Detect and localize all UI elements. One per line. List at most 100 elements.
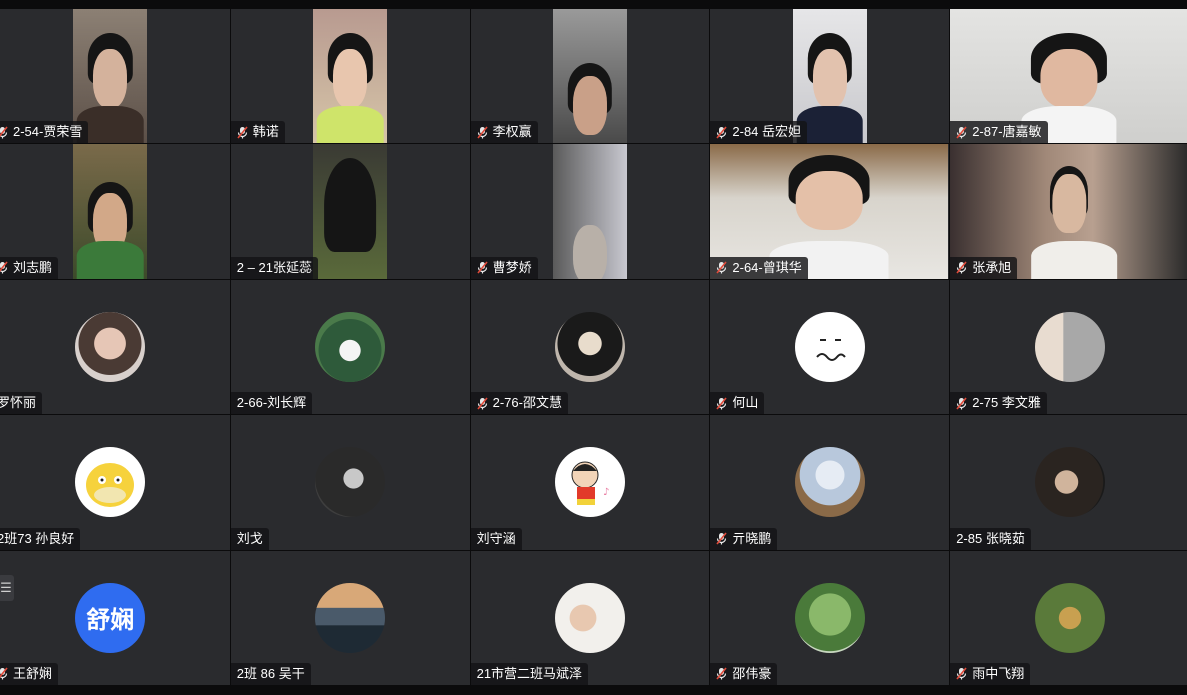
participant-tile[interactable]: 刘志鹏 — [0, 144, 230, 279]
mic-muted-icon — [476, 397, 488, 410]
participant-label: 2 – 21张延蕊 — [230, 256, 318, 279]
participant-name: 亓晓鹏 — [732, 530, 772, 546]
participant-label: 韩诺 — [230, 121, 285, 144]
participant-label: 2-66-刘长辉 — [230, 392, 313, 415]
participant-name: 2-87-唐嘉敏 — [972, 124, 1042, 140]
participant-tile[interactable]: 雨中飞翔 — [950, 550, 1187, 685]
participant-label: 李权赢 — [470, 121, 538, 144]
participant-tile[interactable]: ☰ 舒娴 王舒娴 — [0, 550, 230, 685]
participant-tile[interactable]: 邵伟豪 — [710, 550, 950, 685]
participant-tile[interactable]: 张承旭 — [950, 144, 1187, 279]
participant-name: 2班 86 吴干 — [236, 665, 305, 681]
participant-label: 刘戈 — [230, 527, 269, 550]
participant-label: 邵伟豪 — [710, 662, 778, 685]
participant-tile[interactable]: 2-84 岳宏妲 — [710, 9, 950, 144]
participant-label: 何山 — [710, 392, 765, 415]
avatar: 舒娴 — [75, 582, 146, 653]
face-doodle-icon — [816, 338, 846, 361]
participant-name: 2-66-刘长辉 — [236, 395, 307, 411]
participant-tile[interactable]: 2-85 张晓茹 — [950, 415, 1187, 550]
participant-label: 刘志鹏 — [0, 256, 59, 279]
participant-label: 雨中飞翔 — [950, 662, 1031, 685]
participant-name: 2-85 张晓茹 — [956, 530, 1025, 546]
participant-label: 亓晓鹏 — [710, 527, 778, 550]
participant-label: 2-64-曾琪华 — [710, 256, 808, 279]
participant-tile[interactable]: 2-64-曾琪华 — [710, 144, 950, 279]
avatar — [1034, 582, 1105, 653]
mic-muted-icon — [237, 126, 248, 139]
participant-tile[interactable]: 刘戈 — [230, 415, 470, 550]
participant-label: 2-84 岳宏妲 — [710, 121, 808, 144]
participant-label: 2-85 张晓茹 — [950, 527, 1031, 550]
participant-menu-button[interactable]: ☰ — [0, 574, 14, 601]
participant-name: 2-76-邵文慧 — [492, 395, 562, 411]
participant-label: 2-54-贾荣雪 — [0, 121, 89, 144]
mic-muted-icon — [716, 667, 728, 680]
participant-tile[interactable]: 2班 86 吴干 — [230, 550, 470, 685]
participant-name: 刘守涵 — [476, 530, 516, 546]
participant-name: 邵伟豪 — [732, 665, 772, 681]
participant-name: 2班73 孙良好 — [0, 530, 75, 546]
mic-muted-icon — [0, 667, 8, 680]
participant-tile[interactable]: 李权赢 — [470, 9, 710, 144]
participant-tile[interactable]: 2 – 21张延蕊 — [230, 144, 470, 279]
mic-muted-icon — [716, 397, 728, 410]
participant-tile[interactable]: 亓晓鹏 — [710, 415, 950, 550]
participant-tile[interactable]: 21市营二班马斌泽 — [470, 550, 710, 685]
participant-tile[interactable]: 2-87-唐嘉敏 — [950, 9, 1187, 144]
svg-text:♪: ♪ — [603, 487, 609, 498]
mic-muted-icon — [0, 126, 8, 139]
mic-muted-icon — [476, 126, 488, 139]
participant-name: 何山 — [732, 395, 759, 411]
avatar — [315, 311, 386, 382]
participant-label: 2班73 孙良好 — [0, 527, 81, 550]
participant-tile[interactable]: 韩诺 — [230, 9, 470, 144]
video-grid: 2-54-贾荣雪 韩诺 李权赢 2-84 岳宏妲 2-87-唐嘉敏 刘志鹏 2 … — [0, 9, 1187, 685]
participant-label: 2-76-邵文慧 — [470, 392, 568, 415]
avatar — [1034, 311, 1105, 382]
participant-tile[interactable]: 2-54-贾荣雪 — [0, 9, 230, 144]
participant-name: 2 – 21张延蕊 — [236, 259, 312, 275]
mic-muted-icon — [476, 261, 488, 274]
avatar — [794, 311, 865, 382]
participant-name: 2-54-贾荣雪 — [13, 124, 83, 140]
participant-label: 21市营二班马斌泽 — [470, 662, 589, 685]
avatar — [315, 447, 386, 518]
mic-muted-icon — [0, 261, 8, 274]
participant-label: 曹梦娇 — [470, 256, 538, 279]
participant-video — [552, 9, 627, 144]
avatar — [75, 447, 146, 518]
participant-label: 罗怀丽 — [0, 392, 43, 415]
top-edge — [0, 0, 1187, 9]
avatar-initials: 舒娴 — [86, 607, 135, 635]
bottom-edge — [0, 685, 1187, 695]
participant-name: 李权赢 — [492, 124, 532, 140]
participant-name: 韩诺 — [252, 124, 279, 140]
participant-label: 2班 86 吴干 — [230, 662, 311, 685]
participant-name: 罗怀丽 — [0, 395, 37, 411]
avatar — [794, 447, 865, 518]
avatar: ♪ — [554, 447, 625, 518]
participant-tile[interactable]: ♪ 刘守涵 — [470, 415, 710, 550]
avatar — [794, 582, 865, 653]
mic-muted-icon — [716, 126, 728, 139]
avatar — [315, 582, 386, 653]
participant-tile[interactable]: 2-66-刘长辉 — [230, 279, 470, 415]
participant-tile[interactable]: 何山 — [710, 279, 950, 415]
participant-name: 2-84 岳宏妲 — [732, 124, 802, 140]
participant-tile[interactable]: 2-76-邵文慧 — [470, 279, 710, 415]
participant-name: 2-75 李文雅 — [972, 395, 1041, 411]
participant-tile[interactable]: 2班73 孙良好 — [0, 415, 230, 550]
avatar — [554, 582, 625, 653]
participant-video — [313, 144, 388, 279]
participant-name: 王舒娴 — [13, 665, 53, 681]
participant-tile[interactable]: 罗怀丽 — [0, 279, 230, 415]
participant-tile[interactable]: 2-75 李文雅 — [950, 279, 1187, 415]
participant-tile[interactable]: 曹梦娇 — [470, 144, 710, 279]
participant-label: 张承旭 — [950, 256, 1018, 279]
duck-icon — [86, 463, 135, 508]
mic-muted-icon — [956, 397, 967, 410]
cartoon-kid-icon: ♪ — [571, 461, 609, 506]
participant-name: 2-64-曾琪华 — [732, 259, 802, 275]
avatar — [75, 311, 146, 382]
